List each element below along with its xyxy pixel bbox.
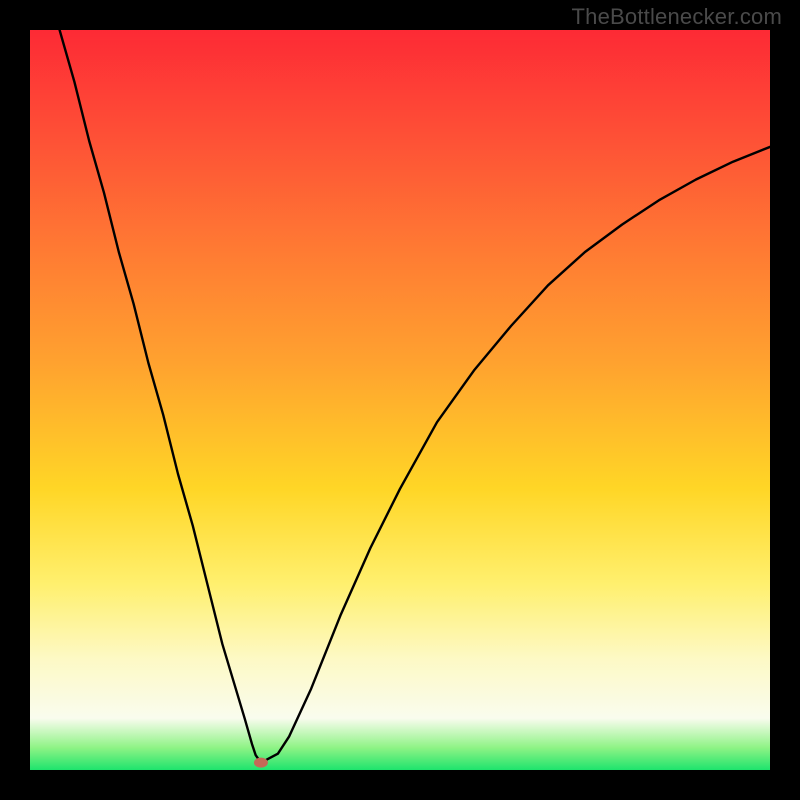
curve-layer xyxy=(30,30,770,770)
plot-area xyxy=(30,30,770,770)
optimal-point-marker xyxy=(254,758,268,768)
bottleneck-curve xyxy=(60,30,770,762)
chart-frame: TheBottlenecker.com xyxy=(0,0,800,800)
watermark-text: TheBottlenecker.com xyxy=(572,4,782,30)
